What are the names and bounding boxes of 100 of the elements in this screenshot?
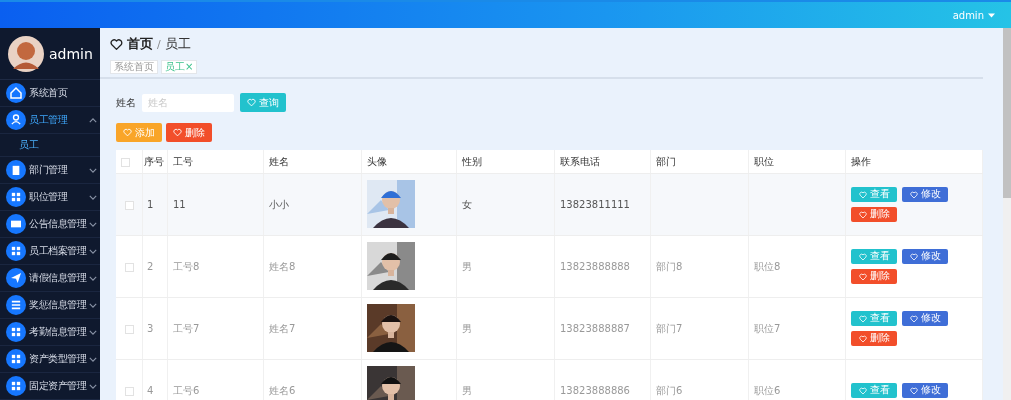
column-header: 职位 — [748, 150, 846, 174]
table-cell: 姓名7 — [269, 322, 296, 334]
table-cell: 女 — [462, 198, 472, 210]
menu-item[interactable]: 员工管理 — [0, 107, 100, 134]
chevron-down-icon — [89, 167, 97, 173]
table-cell: 13823888887 — [560, 323, 630, 334]
clipboard-icon — [6, 160, 26, 180]
heart-icon — [858, 252, 867, 261]
table-cell: 工号7 — [173, 322, 200, 334]
chevron-down-icon — [89, 356, 97, 362]
caret-icon — [988, 12, 995, 18]
heart-icon — [123, 128, 132, 137]
table-cell: 部门7 — [656, 322, 683, 334]
table-row[interactable]: 1 11 小小 女 13823811111 查看 修改 删除 — [116, 173, 983, 236]
heart-icon — [173, 128, 182, 137]
menu-item[interactable]: 职位管理 — [0, 184, 100, 211]
tag[interactable]: 员工× — [161, 60, 198, 74]
breadcrumb-current: 员工 — [164, 35, 191, 53]
paper-plane-icon — [6, 268, 26, 288]
table-cell: 13823888888 — [560, 261, 630, 272]
heart-icon — [909, 190, 918, 199]
person-icon — [6, 110, 26, 130]
heart-icon — [858, 190, 867, 199]
chevron-down-icon — [89, 383, 97, 389]
column-header: 工号 — [167, 150, 264, 174]
field-label: 姓名 — [116, 95, 136, 110]
edit-button[interactable]: 修改 — [902, 249, 948, 264]
table-cell: 男 — [462, 384, 472, 396]
delete-button[interactable]: 删除 — [851, 269, 897, 284]
table-row[interactable]: 4 工号6 姓名6 男 13823888886 部门6 职位6 查看 修改 — [116, 359, 983, 400]
table-cell: 1 — [147, 199, 154, 210]
chevron-up-icon — [89, 117, 97, 123]
user-name: admin — [49, 46, 93, 62]
grid-icon — [6, 349, 26, 369]
scrollbar-thumb[interactable] — [1003, 28, 1011, 198]
breadcrumb-separator: / — [157, 37, 161, 51]
menu-item[interactable]: 奖惩信息管理 — [0, 292, 100, 319]
menu-item[interactable]: 资产类型管理 — [0, 346, 100, 373]
delete-button[interactable]: 删除 — [166, 123, 212, 142]
menu-item[interactable]: 部门管理 — [0, 157, 100, 184]
checkbox[interactable] — [124, 386, 134, 396]
menu-item[interactable]: 员工档案管理 — [0, 238, 100, 265]
table-cell: 工号8 — [173, 260, 200, 272]
column-header: 姓名 — [263, 150, 362, 174]
table-cell: 姓名8 — [269, 260, 296, 272]
chevron-down-icon — [89, 248, 97, 254]
table-cell: 职位7 — [754, 322, 781, 334]
edit-button[interactable]: 修改 — [902, 311, 948, 326]
checkbox[interactable] — [121, 157, 130, 167]
table-cell: 职位6 — [754, 384, 781, 396]
table-row[interactable]: 2 工号8 姓名8 男 13823888888 部门8 职位8 查看 修改 删除 — [116, 235, 983, 298]
submenu-item[interactable]: 员工 — [0, 134, 100, 157]
scrollbar[interactable] — [1003, 28, 1011, 400]
grid-icon — [6, 376, 26, 396]
tag[interactable]: 系统首页 — [110, 60, 158, 74]
table-cell: 工号6 — [173, 384, 200, 396]
column-header: 操作 — [845, 150, 983, 174]
column-header: 序号 — [142, 150, 168, 174]
grid-icon — [6, 241, 26, 261]
column-header: 性别 — [456, 150, 555, 174]
delete-button[interactable]: 删除 — [851, 207, 897, 222]
heart-icon — [858, 314, 867, 323]
checkbox[interactable] — [124, 324, 134, 334]
table-cell: 男 — [462, 322, 472, 334]
table-cell: 3 — [147, 323, 154, 334]
menu-item[interactable]: 考勤信息管理 — [0, 319, 100, 346]
heart-icon — [110, 37, 123, 51]
column-header: 部门 — [650, 150, 749, 174]
chevron-down-icon — [89, 221, 97, 227]
table-cell: 姓名6 — [269, 384, 296, 396]
heart-icon — [858, 386, 867, 395]
breadcrumb-link[interactable]: 首页 — [127, 35, 153, 53]
column-header: 头像 — [361, 150, 457, 174]
menu-item[interactable]: 系统首页 — [0, 80, 100, 107]
edit-button[interactable]: 修改 — [902, 383, 948, 398]
table-row[interactable]: 3 工号7 姓名7 男 13823888887 部门7 职位7 查看 修改 删除 — [116, 297, 983, 360]
table-cell: 小小 — [269, 198, 289, 210]
table-cell: 13823888886 — [560, 385, 630, 396]
table-cell: 13823811111 — [560, 199, 630, 210]
table-cell: 2 — [147, 261, 154, 272]
checkbox[interactable] — [124, 200, 134, 210]
table-cell: 11 — [173, 199, 186, 210]
menu-item[interactable]: 请假信息管理 — [0, 265, 100, 292]
edit-button[interactable]: 修改 — [902, 187, 948, 202]
menu-item[interactable]: 公告信息管理 — [0, 211, 100, 238]
delete-button[interactable]: 删除 — [851, 331, 897, 346]
table-cell: 4 — [147, 385, 154, 396]
menu-item[interactable]: 固定资产管理 — [0, 373, 100, 400]
chevron-down-icon — [89, 275, 97, 281]
table-cell: 部门8 — [656, 260, 683, 272]
heart-icon — [909, 386, 918, 395]
chevron-down-icon — [89, 194, 97, 200]
card-icon — [6, 214, 26, 234]
heart-icon — [909, 314, 918, 323]
chevron-down-icon — [89, 302, 97, 308]
avatar-icon — [8, 36, 44, 72]
table-cell: 部门6 — [656, 384, 683, 396]
checkbox[interactable] — [124, 262, 134, 272]
chevron-down-icon — [89, 329, 97, 335]
heart-icon — [858, 210, 867, 219]
